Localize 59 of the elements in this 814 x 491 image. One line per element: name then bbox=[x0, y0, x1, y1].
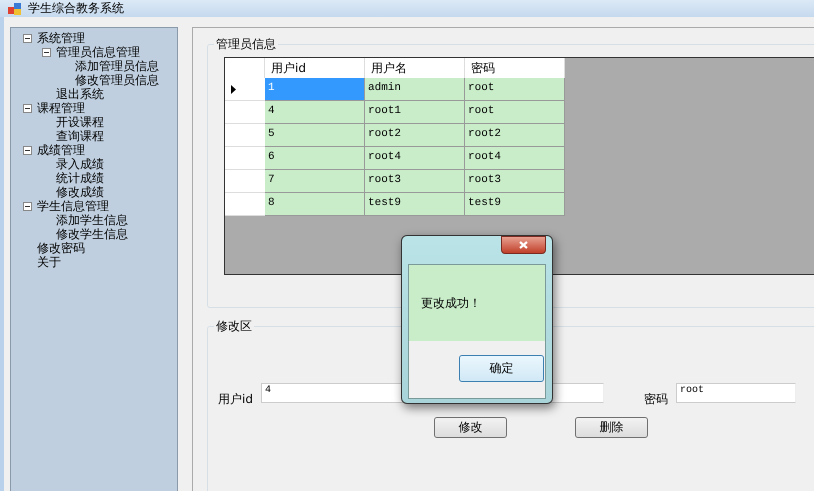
tree-item[interactable]: 成绩管理 bbox=[37, 143, 85, 157]
tree-item[interactable]: 学生信息管理 bbox=[37, 199, 109, 213]
tree-item[interactable]: 录入成绩 bbox=[56, 157, 104, 171]
table-cell: root bbox=[465, 101, 565, 124]
close-icon bbox=[519, 241, 528, 249]
table-cell: 5 bbox=[265, 124, 365, 147]
tree-item[interactable]: 修改管理员信息 bbox=[75, 73, 159, 87]
close-button[interactable] bbox=[501, 236, 546, 254]
tree-item[interactable]: 关于 bbox=[37, 255, 61, 269]
action-button[interactable]: 修改 bbox=[434, 417, 507, 438]
current-row-icon bbox=[231, 84, 236, 94]
collapse-icon[interactable] bbox=[23, 146, 32, 154]
table-cell: test9 bbox=[465, 193, 565, 216]
group-title: 修改区 bbox=[214, 318, 254, 335]
table-cell: test9 bbox=[365, 193, 465, 216]
action-button[interactable]: 删除 bbox=[575, 417, 648, 438]
column-header[interactable]: 用户id bbox=[265, 58, 365, 78]
tree-item[interactable]: 课程管理 bbox=[37, 101, 85, 115]
table-cell: root1 bbox=[365, 101, 465, 124]
collapse-icon[interactable] bbox=[23, 104, 32, 112]
tree-item[interactable]: 修改密码 bbox=[37, 241, 85, 255]
dialog-message: 更改成功！ bbox=[421, 294, 481, 312]
column-header[interactable]: 密码 bbox=[465, 58, 565, 78]
table-cell: root4 bbox=[465, 147, 565, 170]
table-cell: root3 bbox=[465, 170, 565, 193]
table-cell: root3 bbox=[365, 170, 465, 193]
column-header[interactable]: 用户名 bbox=[365, 58, 465, 78]
ok-button[interactable]: 确定 bbox=[459, 355, 544, 382]
app-icon bbox=[8, 2, 22, 16]
table-cell: root4 bbox=[365, 147, 465, 170]
collapse-icon[interactable] bbox=[23, 202, 32, 210]
field-label: 密码 bbox=[644, 390, 668, 408]
row-header[interactable] bbox=[225, 78, 265, 101]
tree-item[interactable]: 添加管理员信息 bbox=[75, 59, 159, 73]
tree-item[interactable]: 修改学生信息 bbox=[56, 227, 128, 241]
table-cell: 1 bbox=[265, 78, 365, 101]
tree-item[interactable]: 管理员信息管理 bbox=[56, 45, 140, 59]
group-title: 管理员信息 bbox=[214, 36, 278, 53]
tree-item[interactable]: 系统管理 bbox=[37, 31, 85, 45]
tree-item[interactable]: 统计成绩 bbox=[56, 171, 104, 185]
tree-item[interactable]: 开设课程 bbox=[56, 115, 104, 129]
table-cell: root bbox=[465, 78, 565, 101]
corner-header bbox=[225, 58, 265, 78]
table-cell: admin bbox=[365, 78, 465, 101]
tree-item[interactable]: 修改成绩 bbox=[56, 185, 104, 199]
window-title: 学生综合教务系统 bbox=[28, 0, 124, 17]
input-field[interactable]: root bbox=[676, 383, 796, 403]
tree-item[interactable]: 退出系统 bbox=[56, 87, 104, 101]
tree-item[interactable]: 查询课程 bbox=[56, 129, 104, 143]
tree-item[interactable]: 添加学生信息 bbox=[56, 213, 128, 227]
table-cell: root2 bbox=[465, 124, 565, 147]
table-cell: 7 bbox=[265, 170, 365, 193]
collapse-icon[interactable] bbox=[23, 34, 32, 42]
collapse-icon[interactable] bbox=[42, 48, 51, 56]
table-cell: 6 bbox=[265, 147, 365, 170]
field-label: 用户id bbox=[218, 390, 253, 408]
table-cell: root2 bbox=[365, 124, 465, 147]
table-cell: 4 bbox=[265, 101, 365, 124]
table-cell: 8 bbox=[265, 193, 365, 216]
